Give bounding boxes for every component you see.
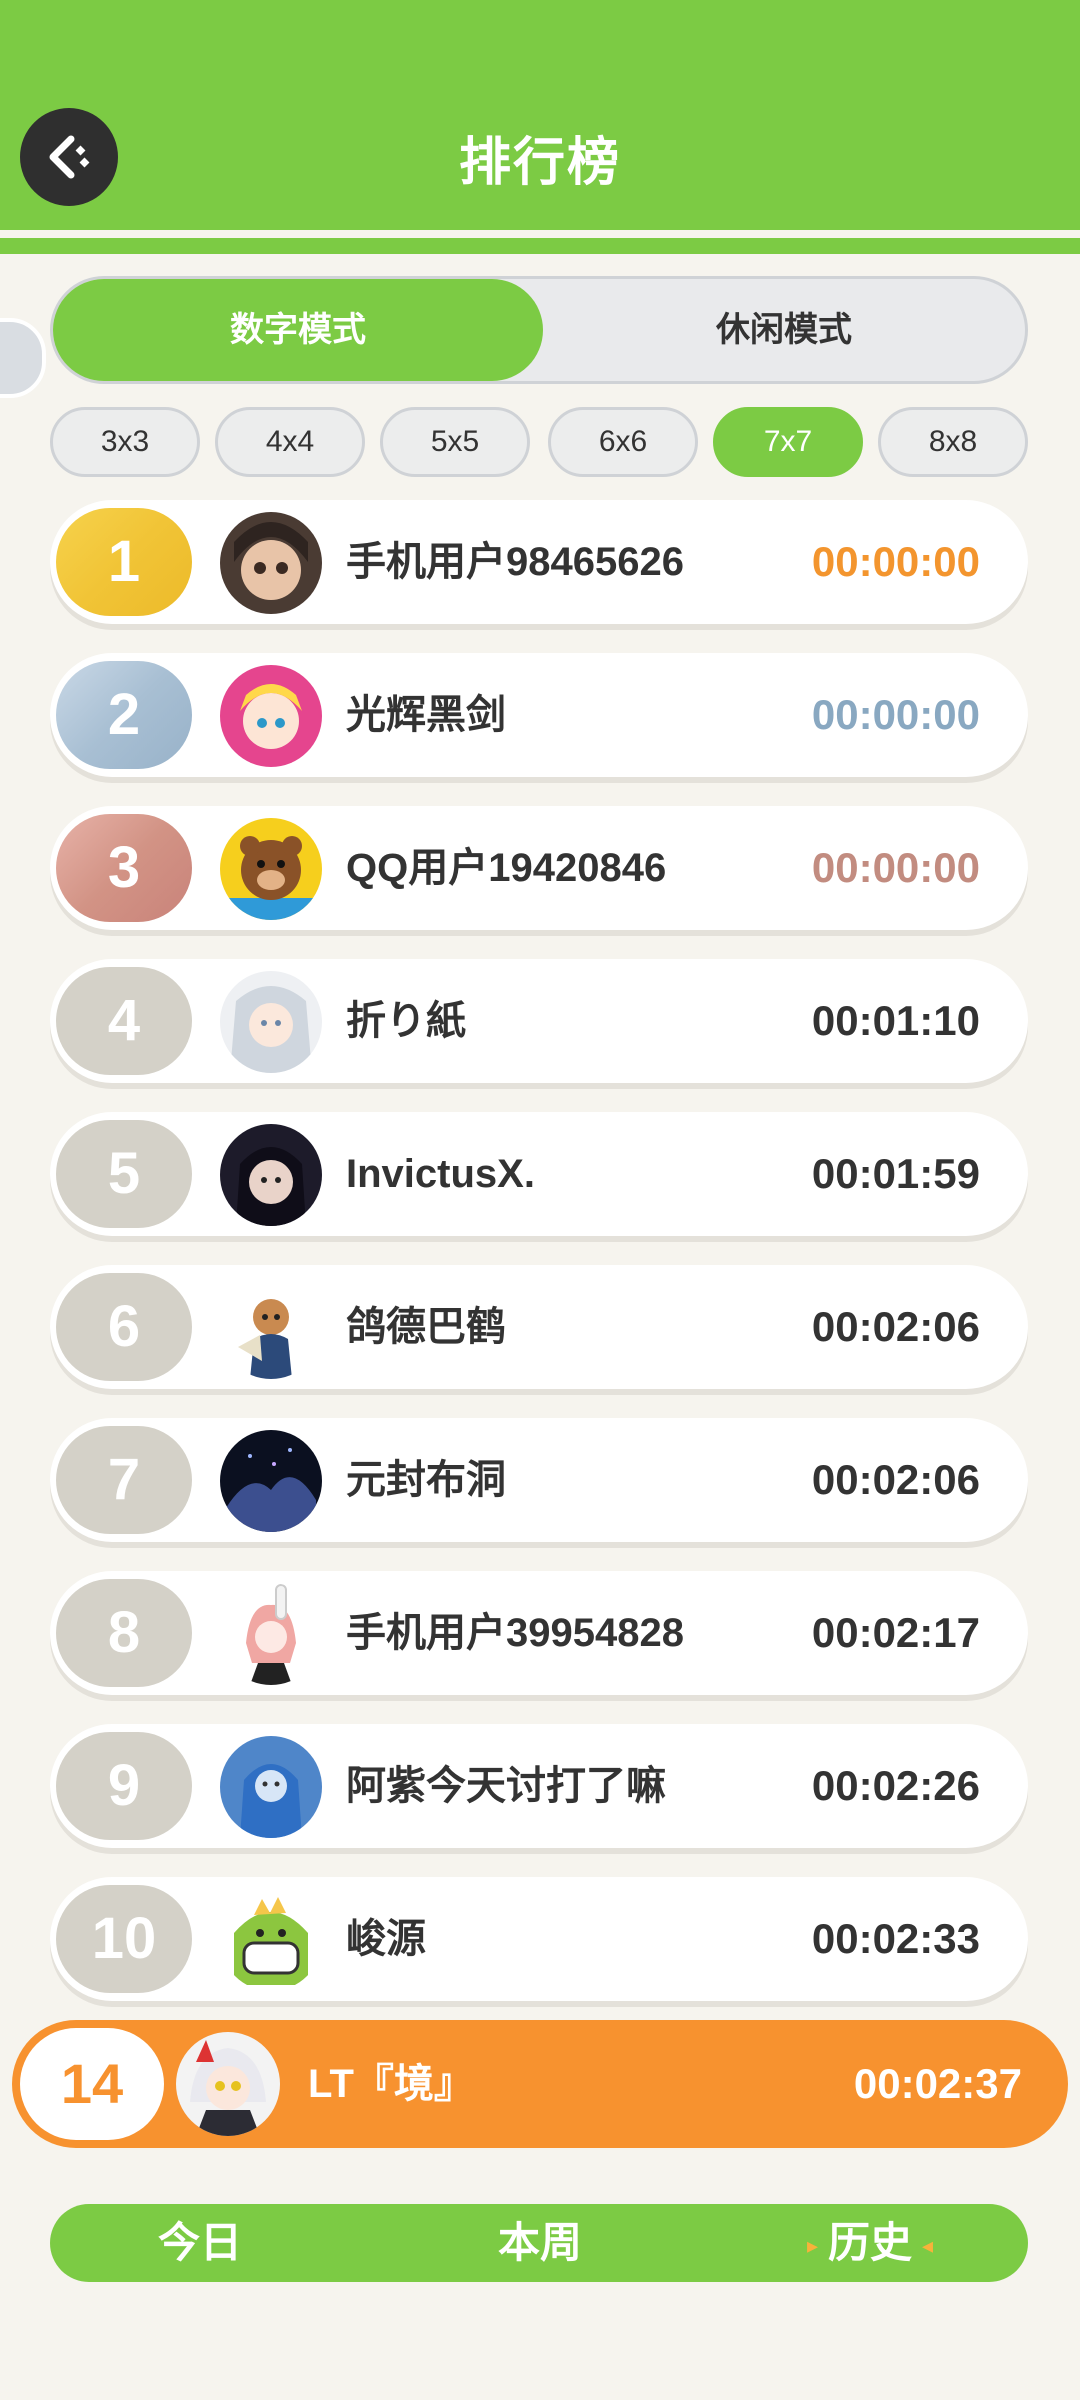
player-name: InvictusX. [346, 1152, 535, 1196]
period-today-tab[interactable]: 今日 [110, 2204, 290, 2282]
leaderboard-row[interactable]: 5 InvictusX. 00:01:59 [50, 1112, 1028, 1236]
size-3x3-button[interactable]: 3x3 [50, 407, 200, 477]
period-selector: 今日 本周 ▸ 历史 ◂ [50, 2204, 1028, 2282]
leaderboard-row[interactable]: 7 元封布洞 00:02:06 [50, 1418, 1028, 1542]
size-4x4-button[interactable]: 4x4 [215, 407, 365, 477]
rank-badge: 6 [56, 1273, 192, 1381]
size-7x7-button[interactable]: 7x7 [713, 407, 863, 477]
player-name: 阿紫今天讨打了嘛 [346, 1764, 666, 1808]
period-history-label: 历史 [827, 2219, 912, 2266]
my-rank-row[interactable]: 14 LT『境』 00:02:37 [12, 2020, 1068, 2148]
page-title: 排行榜 [458, 134, 621, 192]
rank-badge: 5 [56, 1120, 192, 1228]
rank-badge: 3 [56, 814, 192, 922]
leaderboard-row[interactable]: 9 阿紫今天讨打了嘛 00:02:26 [50, 1724, 1028, 1848]
player-name: 手机用户39954828 [346, 1611, 684, 1655]
player-time: 00:00:00 [811, 538, 980, 585]
mode-toggle: 数字模式 休闲模式 [50, 276, 1028, 384]
size-6x6-button[interactable]: 6x6 [548, 407, 698, 477]
period-week-tab[interactable]: 本周 [450, 2204, 630, 2282]
rank-badge: 1 [56, 508, 192, 616]
player-time: 00:02:06 [811, 1456, 980, 1503]
selected-right-marker-icon: ◂ [922, 2232, 934, 2258]
leaderboard-row[interactable]: 4 折り紙 00:01:10 [50, 959, 1028, 1083]
size-5x5-button[interactable]: 5x5 [380, 407, 530, 477]
player-time: 00:00:00 [811, 691, 980, 738]
period-history-tab[interactable]: ▸ 历史 ◂ [760, 2204, 980, 2282]
avatar [220, 512, 322, 614]
avatar [220, 971, 322, 1073]
player-name: 折り紙 [346, 999, 466, 1043]
player-name: 手机用户98465626 [346, 540, 684, 584]
player-name: 鸽德巴鹤 [346, 1305, 506, 1349]
header-stripe [0, 230, 1080, 254]
side-pull-tab[interactable] [0, 318, 46, 398]
header-bar: 排行榜 [0, 0, 1080, 230]
player-name: 峻源 [346, 1917, 426, 1961]
my-player-name: LT『境』 [308, 2062, 474, 2106]
leaderboard-row[interactable]: 8 手机用户39954828 00:02:17 [50, 1571, 1028, 1695]
mode-tab-casual[interactable]: 休闲模式 [543, 279, 1025, 381]
size-8x8-button[interactable]: 8x8 [878, 407, 1028, 477]
leaderboard-row[interactable]: 1 手机用户98465626 00:00:00 [50, 500, 1028, 624]
leaderboard-row[interactable]: 6 鸽德巴鹤 00:02:06 [50, 1265, 1028, 1389]
leaderboard-row[interactable]: 2 光辉黑剑 00:00:00 [50, 653, 1028, 777]
rank-badge: 10 [56, 1885, 192, 1993]
player-time: 00:02:17 [811, 1609, 980, 1656]
avatar [220, 1583, 322, 1685]
avatar [220, 1124, 322, 1226]
rank-badge: 7 [56, 1426, 192, 1534]
my-avatar [176, 2032, 280, 2136]
my-rank-badge: 14 [20, 2028, 164, 2140]
rank-badge: 9 [56, 1732, 192, 1840]
player-time: 00:01:10 [811, 997, 980, 1044]
player-time: 00:02:06 [811, 1303, 980, 1350]
rank-badge: 2 [56, 661, 192, 769]
grid-size-selector: 3x3 4x4 5x5 6x6 7x7 8x8 [50, 407, 1030, 477]
avatar [220, 1736, 322, 1838]
leaderboard-row[interactable]: 3 QQ用户19420846 00:00:00 [50, 806, 1028, 930]
player-time: 00:02:33 [811, 1915, 980, 1962]
selected-left-marker-icon: ▸ [806, 2232, 818, 2258]
rank-badge: 8 [56, 1579, 192, 1687]
player-time: 00:01:59 [811, 1150, 980, 1197]
period-week-label: 本周 [497, 2219, 582, 2266]
my-player-time: 00:02:37 [853, 2060, 1022, 2107]
mode-tab-digit[interactable]: 数字模式 [53, 279, 543, 381]
player-time: 00:02:26 [811, 1762, 980, 1809]
player-time: 00:00:00 [811, 844, 980, 891]
avatar [220, 1889, 322, 1991]
avatar [220, 818, 322, 920]
avatar [220, 1430, 322, 1532]
player-name: 元封布洞 [346, 1458, 506, 1502]
leaderboard-row[interactable]: 10 峻源 00:02:33 [50, 1877, 1028, 2001]
player-name: 光辉黑剑 [346, 693, 506, 737]
period-today-label: 今日 [157, 2219, 242, 2266]
avatar [220, 665, 322, 767]
rank-badge: 4 [56, 967, 192, 1075]
player-name: QQ用户19420846 [346, 846, 667, 890]
avatar [220, 1277, 322, 1379]
